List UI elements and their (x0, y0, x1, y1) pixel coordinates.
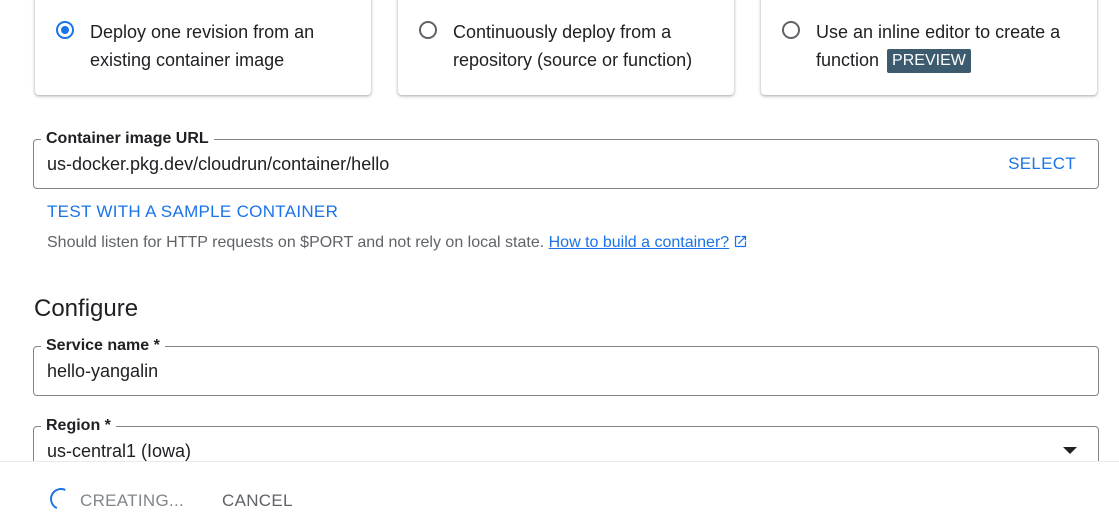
container-image-url-label: Container image URL (41, 129, 214, 149)
select-image-button[interactable]: SELECT (1008, 152, 1076, 176)
create-button[interactable]: CREATING... (80, 489, 184, 513)
container-help-description: Should listen for HTTP requests on $PORT… (47, 234, 545, 251)
option-label-repository: Continuously deploy from a repository (s… (453, 22, 693, 70)
region-label: Region * (41, 416, 116, 436)
service-name-field[interactable]: Service name * hello-yangalin (33, 336, 1099, 396)
configure-heading: Configure (34, 295, 139, 322)
service-name-label: Service name * (41, 336, 165, 356)
container-image-url-value[interactable]: us-docker.pkg.dev/cloudrun/container/hel… (47, 152, 389, 176)
how-to-build-container-link[interactable]: How to build a container? (549, 234, 730, 251)
cloud-run-create-service-page: Deploy one revision from an existing con… (0, 0, 1119, 520)
container-image-url-field[interactable]: Container image URL us-docker.pkg.dev/cl… (33, 129, 1099, 189)
radio-repository[interactable] (419, 21, 437, 39)
option-card-container-image[interactable]: Deploy one revision from an existing con… (35, 0, 371, 95)
container-help-text: Should listen for HTTP requests on $PORT… (47, 232, 748, 256)
option-label-container-image: Deploy one revision from an existing con… (90, 22, 315, 70)
cancel-button[interactable]: CANCEL (222, 489, 293, 513)
open-in-new-icon[interactable] (733, 234, 748, 256)
preview-badge: PREVIEW (887, 49, 971, 73)
loading-spinner-icon (46, 484, 76, 514)
region-value[interactable]: us-central1 (Iowa) (47, 439, 191, 463)
action-bar: CREATING... CANCEL (0, 461, 1119, 520)
option-label-inline-editor-wrap: Use an inline editor to create a functio… (816, 18, 1086, 74)
radio-inline-editor[interactable] (782, 21, 800, 39)
option-card-repository[interactable]: Continuously deploy from a repository (s… (398, 0, 734, 95)
test-sample-container-button[interactable]: TEST WITH A SAMPLE CONTAINER (47, 200, 338, 224)
radio-container-image[interactable] (56, 21, 74, 39)
dropdown-arrow-icon[interactable] (1063, 447, 1077, 454)
option-card-inline-editor[interactable]: Use an inline editor to create a functio… (761, 0, 1097, 95)
service-name-value[interactable]: hello-yangalin (47, 359, 158, 383)
